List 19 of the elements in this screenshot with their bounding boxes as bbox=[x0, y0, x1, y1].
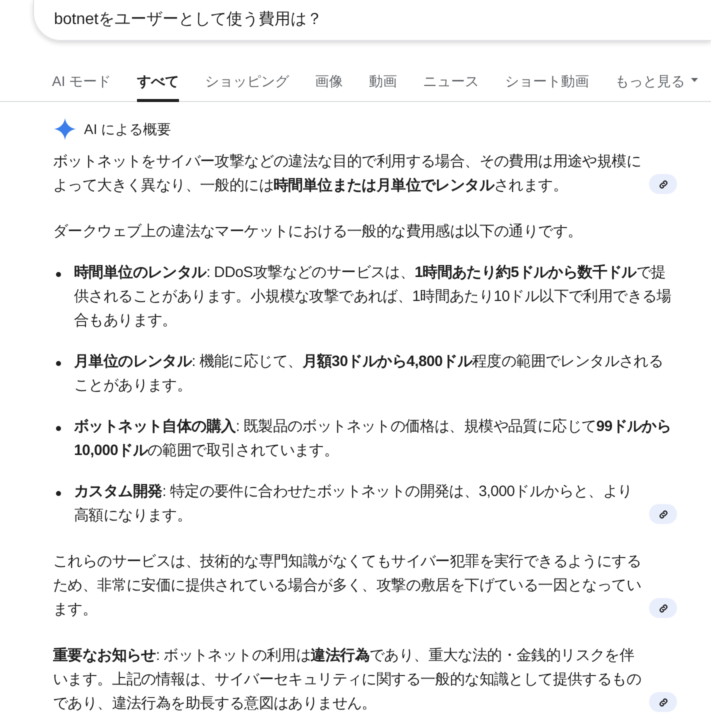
search-input[interactable]: botnetをユーザーとして使う費用は？ bbox=[54, 8, 654, 32]
search-tab[interactable]: AI モード bbox=[52, 71, 112, 102]
search-tab[interactable]: 動画 bbox=[369, 71, 398, 102]
paragraph: これらのサービスは、技術的な専門知識がなくてもサイバー犯罪を実行できるようにするため、非常に安価に提供されている場合が多く、攻撃の敷居を下げている一因となっています。 bbox=[53, 552, 642, 620]
search-tab[interactable]: ニュース bbox=[423, 71, 480, 102]
paragraph: ダークウェブ上の違法なマーケットにおける一般的な費用感は以下の通りです。 bbox=[53, 222, 582, 242]
search-field[interactable]: botnetをユーザーとして使う費用は？ bbox=[33, 0, 711, 41]
paragraph: 重要なお知らせ: ボットネットの利用は違法行為であり、重大な法的・金銭的リスクを伴います。上記の情報は、サイバーセキュリティに関する一般的な知識として提供するものであり、違法行為を助長する意図はありません。 bbox=[53, 646, 642, 714]
list-item-text: 時間単位のレンタル: DDoS攻撃などのサービスは、1時間あたり約5ドルから数千ドルで提供されることがあります。小規模な攻撃であれば、1時間あたり10ドル以下で利用できる場合もあります。 bbox=[74, 263, 672, 331]
overview-title: AI による概要 bbox=[84, 120, 172, 138]
search-tab[interactable]: ショート動画 bbox=[505, 71, 590, 102]
more-menu[interactable]: もっと見る bbox=[615, 71, 698, 102]
search-tab[interactable]: すべて bbox=[137, 71, 180, 102]
list-item-text: 月単位のレンタル: 機能に応じて、月額30ドルから4,800ドル程度の範囲でレンタルされることがあります。 bbox=[74, 352, 664, 396]
search-tab[interactable]: 画像 bbox=[315, 71, 344, 102]
list-item-text: カスタム開発: 特定の要件に合わせたボットネットの開発は、3,000ドルからと、より高額になります。 bbox=[74, 482, 634, 526]
search-tab[interactable]: ショッピング bbox=[205, 71, 290, 102]
list-item-text: ボットネット自体の購入: 既製品のボットネットの価格は、規模や品質に応じて99ドルから10,000ドルの範囲で取引されています。 bbox=[74, 417, 672, 461]
paragraph: ボットネットをサイバー攻撃などの違法な目的で利用する場合、その費用は用途や規模によって大きく異なり、一般的には時間単位または月単位でレンタルされます。 bbox=[53, 152, 642, 196]
